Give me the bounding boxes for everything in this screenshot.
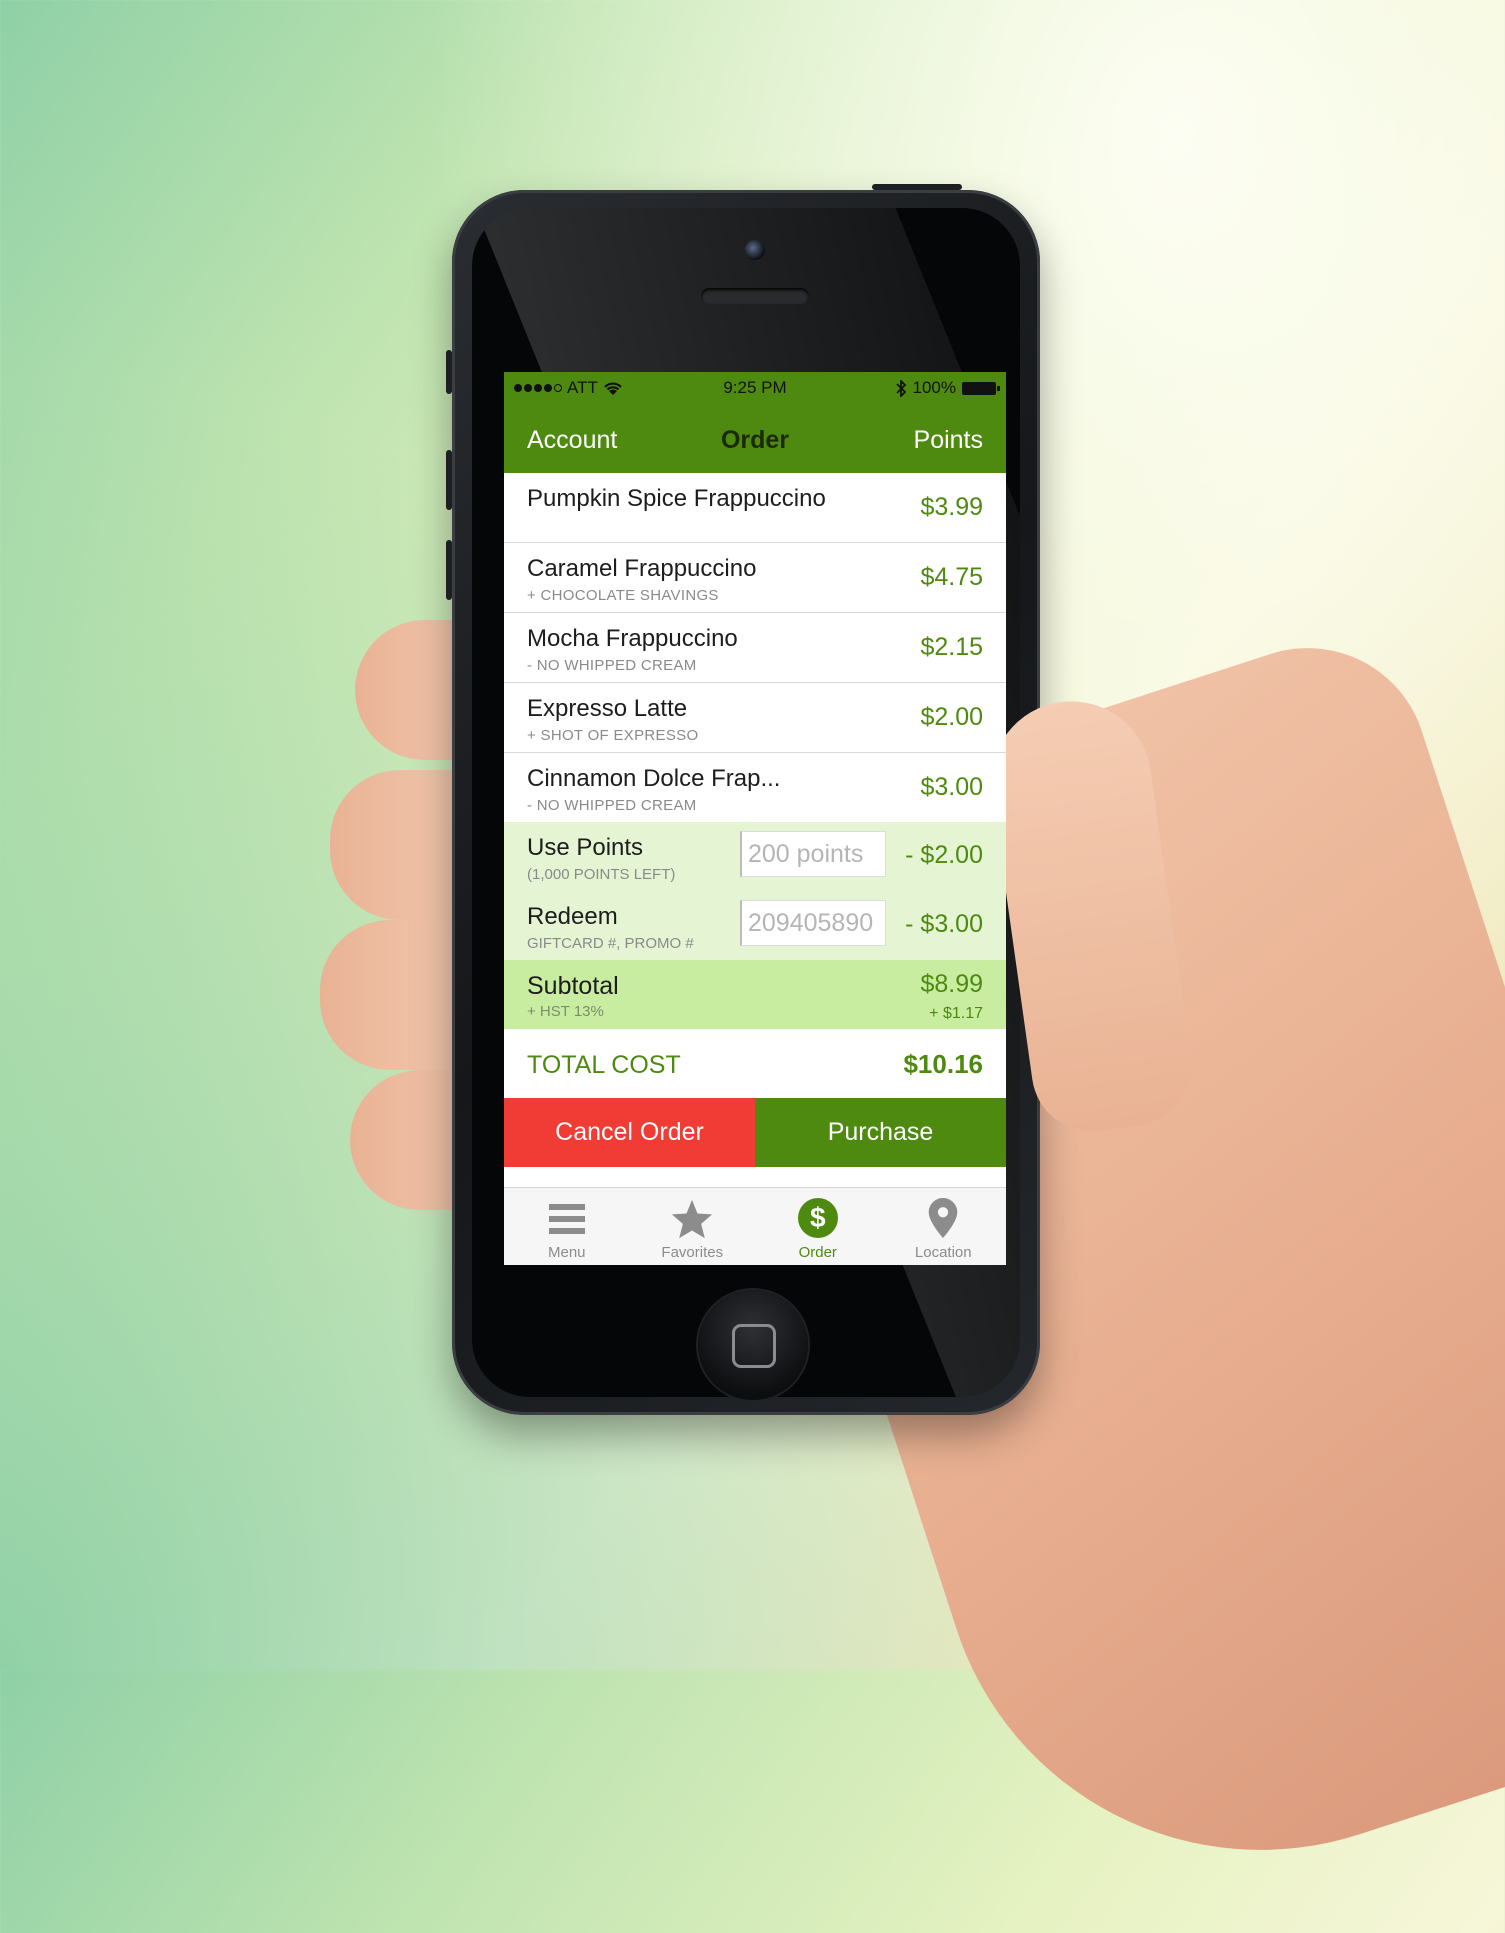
home-button[interactable]	[698, 1290, 808, 1400]
use-points-label: Use Points	[527, 834, 644, 861]
item-name: Pumpkin Spice Frappuccino	[527, 485, 826, 512]
order-item[interactable]: Cinnamon Dolce Frap... - NO WHIPPED CREA…	[504, 753, 1006, 822]
total-label: TOTAL COST	[527, 1051, 681, 1079]
tab-label: Favorites	[661, 1244, 724, 1261]
points-left: (1,000 POINTS LEFT)	[527, 866, 676, 883]
order-item[interactable]: Mocha Frappuccino - NO WHIPPED CREAM $2.…	[504, 613, 1006, 683]
item-name: Caramel Frappuccino	[527, 555, 757, 582]
nav-bar: Account Order Points	[504, 404, 1006, 473]
order-item[interactable]: Caramel Frappuccino + CHOCOLATE SHAVINGS…	[504, 543, 1006, 613]
points-discount: - $2.00	[905, 841, 983, 869]
tab-menu[interactable]: Menu	[504, 1188, 630, 1265]
tab-favorites[interactable]: Favorites	[630, 1188, 756, 1265]
redeem-label: Redeem	[527, 903, 618, 930]
item-modifier: + SHOT OF EXPRESSO	[527, 727, 699, 744]
tab-location[interactable]: Location	[881, 1188, 1007, 1265]
purchase-button[interactable]: Purchase	[755, 1098, 1006, 1167]
tab-label: Order	[798, 1244, 837, 1261]
redeem-discount: - $3.00	[905, 910, 983, 938]
app-screen: ATT 9:25 PM 100% Account Order Points Pu…	[504, 372, 1006, 1265]
item-modifier: - NO WHIPPED CREAM	[527, 657, 697, 674]
item-name: Mocha Frappuccino	[527, 625, 738, 652]
volume-up-button	[446, 450, 452, 510]
order-item[interactable]: Pumpkin Spice Frappuccino $3.99	[504, 473, 1006, 543]
item-price: $3.99	[920, 493, 983, 521]
battery-percent: 100%	[912, 378, 956, 397]
top-bar: ATT 9:25 PM 100% Account Order Points	[504, 372, 1006, 473]
tab-label: Menu	[547, 1244, 586, 1261]
item-price: $2.00	[920, 703, 983, 731]
item-price: $3.00	[920, 773, 983, 801]
status-right: 100%	[895, 378, 1000, 398]
home-square-icon	[732, 1324, 776, 1368]
redeem-row: Redeem GIFTCARD #, PROMO # - $3.00	[504, 891, 1006, 960]
menu-icon	[548, 1198, 585, 1238]
item-modifier: - NO WHIPPED CREAM	[527, 797, 697, 814]
item-name: Expresso Latte	[527, 695, 688, 722]
points-link[interactable]: Points	[914, 426, 983, 455]
star-icon	[672, 1199, 713, 1239]
front-camera	[745, 240, 765, 260]
power-button	[872, 184, 962, 190]
item-name: Cinnamon Dolce Frap...	[527, 765, 781, 792]
subtotal-row: Subtotal + HST 13% $8.99 + $1.17	[504, 960, 1006, 1029]
tab-order[interactable]: $ Order	[755, 1188, 881, 1265]
location-pin-icon	[928, 1198, 958, 1238]
item-price: $4.75	[920, 563, 983, 591]
order-actions: Cancel Order Purchase	[504, 1098, 1006, 1167]
total-amount: $10.16	[903, 1049, 983, 1079]
tab-label: Location	[914, 1244, 972, 1261]
volume-down-button	[446, 540, 452, 600]
dollar-icon: $	[797, 1198, 838, 1238]
earpiece-speaker	[701, 288, 809, 304]
subtotal-label: Subtotal	[527, 972, 619, 1000]
use-points-row: Use Points (1,000 POINTS LEFT) - $2.00	[504, 822, 1006, 891]
item-price: $2.15	[920, 633, 983, 661]
redeem-code-input[interactable]	[740, 900, 886, 946]
bluetooth-icon	[895, 379, 906, 397]
order-item[interactable]: Expresso Latte + SHOT OF EXPRESSO $2.00	[504, 683, 1006, 753]
mute-switch	[446, 350, 452, 394]
cancel-order-button[interactable]: Cancel Order	[504, 1098, 755, 1167]
item-modifier: + CHOCOLATE SHAVINGS	[527, 587, 719, 604]
redeem-hint: GIFTCARD #, PROMO #	[527, 935, 694, 952]
battery-icon	[962, 381, 1000, 395]
subtotal-amount: $8.99	[920, 970, 983, 998]
total-row: TOTAL COST $10.16	[504, 1029, 1006, 1098]
order-items-list: Pumpkin Spice Frappuccino $3.99 Caramel …	[504, 473, 1006, 822]
tax-amount: + $1.17	[929, 1005, 983, 1022]
tab-bar: Menu Favorites $ Order Location	[504, 1187, 1006, 1265]
tax-label: + HST 13%	[527, 1003, 604, 1020]
status-bar: ATT 9:25 PM 100%	[504, 372, 1006, 404]
points-input[interactable]	[740, 831, 886, 877]
